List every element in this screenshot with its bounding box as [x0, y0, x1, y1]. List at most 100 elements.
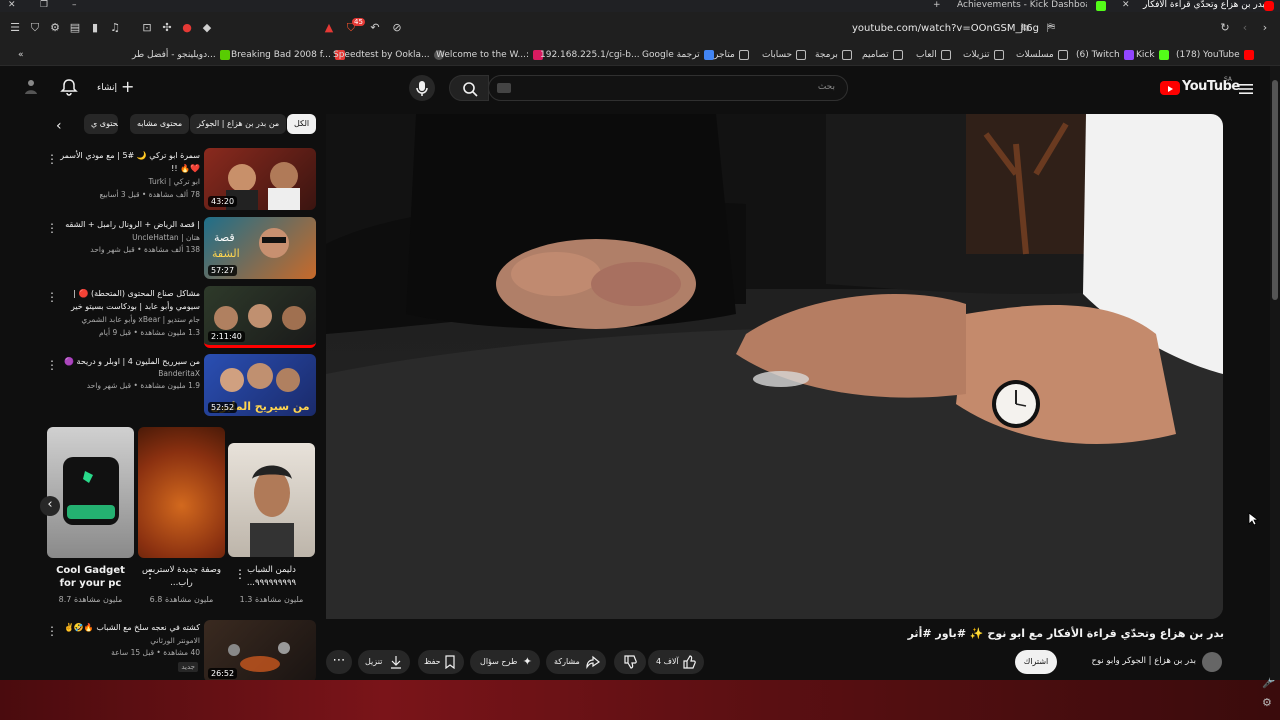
video-player[interactable]: [326, 114, 1223, 619]
channel-name[interactable]: جام ستديو | xBear وأبو عابد الشمري: [50, 315, 200, 324]
bookmark-folder-programming[interactable]: برمجة: [815, 48, 852, 62]
address-bar[interactable]: youtube.com/watch?v=OOnGSM_jI6g: [852, 21, 1039, 37]
video-thumbnail[interactable]: قصة الشقة 57:27: [204, 217, 316, 279]
bookmark-router[interactable]: 192.168.225.1/cgi-b...: [540, 48, 640, 62]
tab-youtube-video[interactable]: بدر بن هزاع وتحدّي قراءة الأفكار مع: [1140, 0, 1265, 12]
bookmark-breaking-bad[interactable]: Breaking Bad 2008 f...: [231, 48, 345, 62]
subscribe-button[interactable]: اشتراك: [1015, 650, 1057, 674]
close-tab-icon[interactable]: ✕: [1122, 0, 1132, 12]
minimize-icon[interactable]: –: [72, 0, 84, 12]
bookmark-kick[interactable]: Kick: [1136, 48, 1169, 62]
short-thumbnail[interactable]: [47, 427, 134, 558]
forward-icon[interactable]: ‹: [1238, 21, 1252, 35]
shorts-prev-button[interactable]: ‹: [40, 496, 60, 516]
more-options-icon[interactable]: ⋮: [46, 624, 58, 638]
bookmark-icon[interactable]: ⛿: [1044, 21, 1058, 35]
bookmark-twitch[interactable]: (6) Twitch: [1076, 48, 1134, 62]
diamond-icon[interactable]: ◆: [200, 21, 214, 35]
menu-icon[interactable]: ☰: [8, 21, 22, 35]
bookmark-folder-stores[interactable]: متاجر: [714, 48, 749, 62]
ask-button[interactable]: طرح سؤال ✦: [470, 650, 540, 674]
create-button[interactable]: + إنشاء: [93, 76, 139, 100]
bookmarks-overflow-icon[interactable]: «: [18, 48, 24, 62]
search-button[interactable]: [449, 75, 489, 101]
video-title[interactable]: | قصة الرياض + الرونال رامبل + الشقه: [50, 218, 200, 231]
bookmark-folder-downloads[interactable]: تنزيلات: [963, 48, 1004, 62]
bookmark-folder-series[interactable]: مسلسلات: [1016, 48, 1068, 62]
back-nav-icon[interactable]: ›: [1258, 21, 1272, 35]
shield-icon[interactable]: ⛉: [28, 21, 42, 35]
video-thumbnail[interactable]: 2:11:40: [204, 286, 316, 348]
more-options-icon[interactable]: ⋮: [46, 290, 58, 304]
related-video[interactable]: قصة الشقة 57:27 | قصة الرياض + الرونال را…: [44, 217, 316, 279]
bookmark-folder-accounts[interactable]: حسابات: [762, 48, 807, 62]
channel-name[interactable]: الامونتر الورثاني: [50, 636, 200, 645]
screenshot-icon[interactable]: ⊡: [140, 21, 154, 35]
puzzle-icon[interactable]: ✣: [160, 21, 174, 35]
voice-search-button[interactable]: [409, 75, 435, 101]
more-options-icon[interactable]: ⋮: [46, 221, 58, 235]
short-thumbnail[interactable]: [228, 443, 315, 557]
settings-icon[interactable]: ⇆: [1018, 21, 1032, 35]
like-button[interactable]: 4 آلاف: [648, 650, 704, 674]
chip-related-2[interactable]: محتوى ي: [84, 114, 118, 134]
short-item[interactable]: Cool Gadget for your pc 8.7 مليون مشاهدة: [47, 427, 134, 607]
more-actions-icon[interactable]: ⋯: [326, 650, 352, 674]
new-tab-icon[interactable]: +: [933, 0, 945, 12]
bookmark-youtube[interactable]: (178) YouTube: [1176, 48, 1254, 62]
video-title[interactable]: مشاكل صناع المحتوى (المتحطة) 🔴 | سيومي و…: [50, 287, 200, 313]
record-icon[interactable]: ●: [180, 21, 194, 35]
related-video[interactable]: 26:52 كشته في نعجه سلخ مع الشباب 🔥🤣✌️ ال…: [44, 620, 316, 682]
menu-icon[interactable]: [1239, 81, 1253, 95]
bookmark-google-translate[interactable]: Google ترجمة: [642, 48, 714, 62]
scrollbar-thumb[interactable]: [1272, 80, 1278, 300]
video-title[interactable]: كشته في نعجه سلخ مع الشباب 🔥🤣✌️: [50, 621, 200, 634]
channel-name[interactable]: BanderitaX: [50, 369, 200, 378]
bookmark-speedtest[interactable]: Speedtest by Ookla...: [333, 48, 444, 62]
video-title[interactable]: من سيرريح المليون 4 | اوبلر و دريحة 🟣: [50, 355, 200, 368]
video-thumbnail[interactable]: من سيريح المليون 52:52: [204, 354, 316, 416]
more-options-icon[interactable]: ⋮: [46, 358, 58, 372]
video-thumbnail[interactable]: 43:20: [204, 148, 316, 210]
bookmark-welcome[interactable]: Welcome to the W...:: [436, 48, 544, 62]
video-thumbnail[interactable]: 26:52: [204, 620, 316, 682]
youtube-logo[interactable]: YouTube SA: [1160, 76, 1240, 98]
video-title[interactable]: سمرة ابو تركي 🌙 #5 | مع مودي الأسمر ❤️🔥 …: [50, 149, 200, 175]
bookmark-folder-designs[interactable]: تصاميم: [862, 48, 903, 62]
download-button[interactable]: تنزيل: [358, 650, 410, 674]
channel-avatar[interactable]: [1202, 652, 1222, 672]
extension-icon[interactable]: ⚙: [48, 21, 62, 35]
chips-prev-icon[interactable]: ‹: [56, 118, 62, 134]
brave-rewards-icon[interactable]: ▲: [322, 21, 336, 35]
chip-similar[interactable]: محتوى مشابه: [130, 114, 190, 134]
bell-icon[interactable]: [60, 78, 78, 96]
short-item[interactable]: وصفة جديدة لاستربس راب... 6.8 مليون مشاه…: [138, 427, 225, 607]
short-thumbnail[interactable]: [138, 427, 225, 558]
related-video[interactable]: من سيريح المليون 52:52 من سيرريح المليون…: [44, 354, 316, 416]
more-options-icon[interactable]: ⋮: [46, 152, 58, 166]
settings-icon[interactable]: ⚙: [1262, 696, 1272, 709]
cast-icon[interactable]: [24, 78, 38, 96]
short-title[interactable]: Cool Gadget for your pc: [47, 564, 134, 590]
chip-all[interactable]: الكل: [287, 114, 317, 134]
save-button[interactable]: حفظ: [418, 650, 464, 674]
restore-icon[interactable]: ❐: [40, 0, 52, 12]
search-input[interactable]: بحث: [488, 75, 848, 101]
short-item[interactable]: دليمن الشباب ٩٩٩٩٩٩٩٩٩... 1.3 مليون مشاه…: [228, 427, 315, 607]
share-button[interactable]: مشاركة: [546, 650, 606, 674]
more-options-icon[interactable]: ⋮: [234, 567, 246, 581]
channel-name[interactable]: ابو تركي | Turki: [50, 177, 201, 186]
back-icon[interactable]: ↶: [368, 21, 382, 35]
bookmark-duolingo[interactable]: دويلينجو - أفضل طر...: [132, 48, 230, 62]
channel-name[interactable]: هتان | UncleHattan: [50, 233, 200, 242]
music-icon[interactable]: ♫: [108, 21, 122, 35]
chip-from-channel[interactable]: من بدر بن هزاع | الجوكر: [190, 114, 287, 134]
close-icon[interactable]: ✕: [8, 0, 20, 12]
bookmark-folder-games[interactable]: العاب: [916, 48, 951, 62]
channel-name[interactable]: بدر بن هزاع | الجوكر وابو نوح: [1068, 656, 1196, 666]
page-scrollbar[interactable]: [1270, 66, 1280, 680]
no-tracking-icon[interactable]: ⊘: [390, 21, 404, 35]
dislike-button[interactable]: [614, 650, 646, 674]
sidebar-icon[interactable]: ▮: [88, 21, 102, 35]
tab-kick-dashboard[interactable]: Achievements - Kick Dashboard: [957, 0, 1087, 12]
